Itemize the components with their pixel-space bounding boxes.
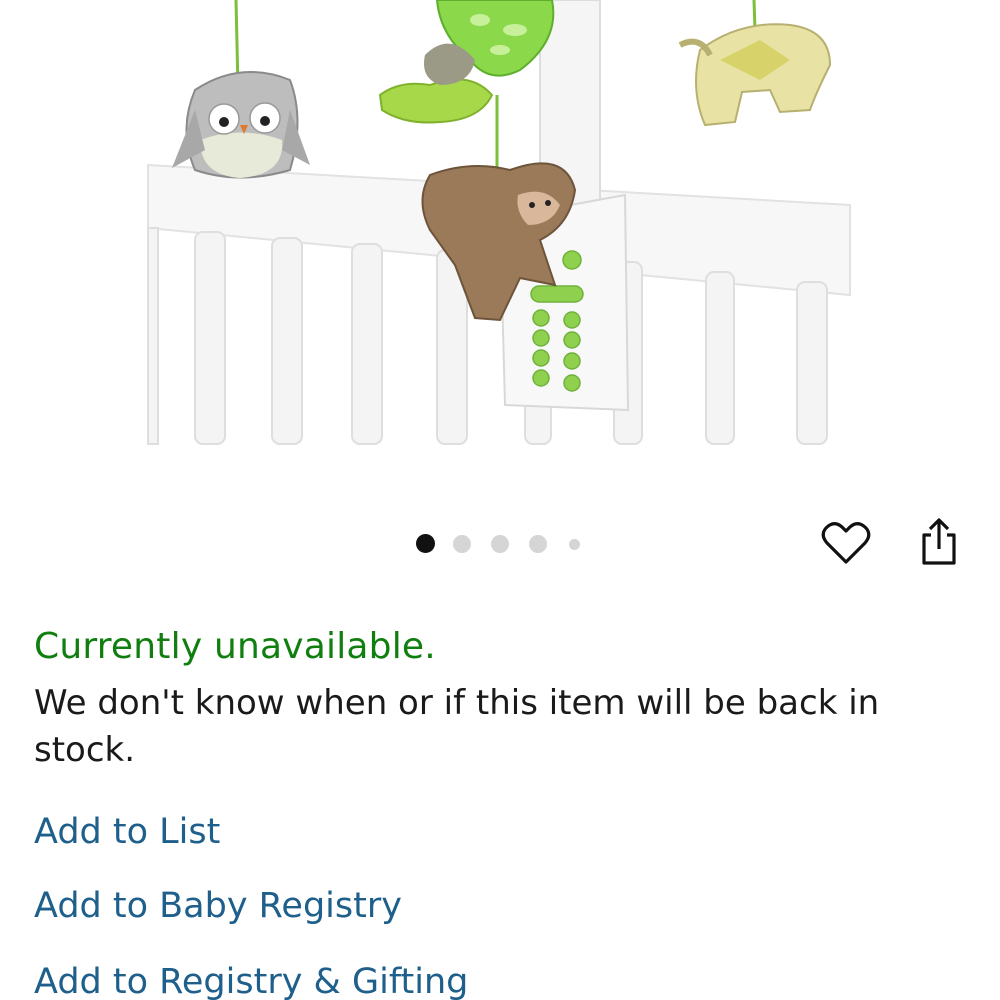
product-image[interactable]	[0, 0, 1000, 450]
product-page: Currently unavailable. We don't know whe…	[0, 0, 1000, 1000]
wishlist-button[interactable]	[818, 516, 874, 570]
pager-dot-3[interactable]	[491, 535, 509, 553]
availability-message: We don't know when or if this item will …	[34, 683, 880, 770]
share-icon	[922, 518, 956, 565]
pager-dot-2[interactable]	[453, 535, 471, 553]
availability-status: Currently unavailable.	[34, 626, 436, 667]
add-to-baby-registry-link[interactable]: Add to Baby Registry	[34, 886, 402, 926]
pager-dot-1[interactable]	[416, 534, 435, 553]
add-to-registry-gifting-link[interactable]: Add to Registry & Gifting	[34, 962, 468, 1000]
product-photo	[147, 0, 851, 445]
pager-dot-4[interactable]	[529, 535, 547, 553]
share-button[interactable]	[914, 514, 964, 570]
add-to-list-link[interactable]: Add to List	[34, 812, 220, 852]
heart-outline-icon	[821, 522, 871, 564]
pager-dot-5[interactable]	[569, 539, 580, 550]
